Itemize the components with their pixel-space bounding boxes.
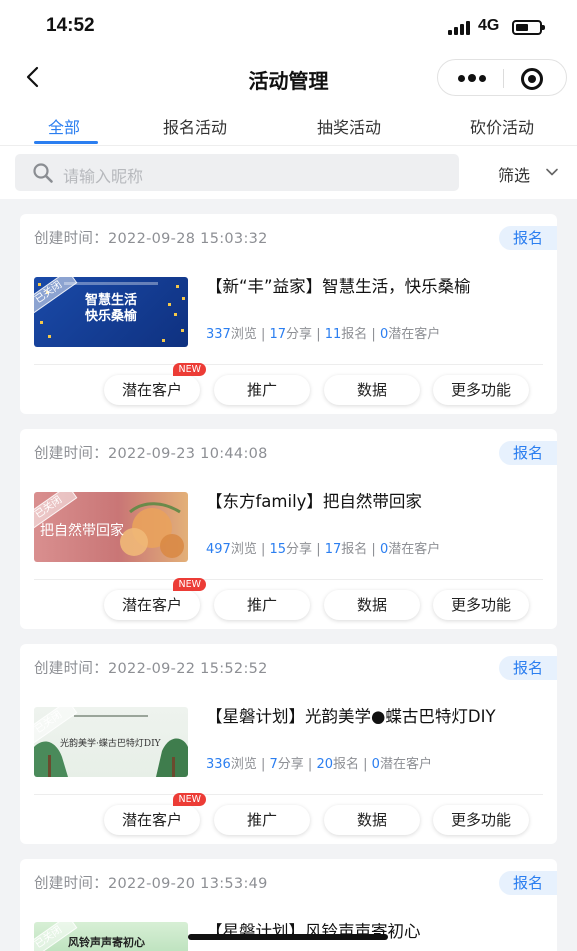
tab-lottery[interactable]: 抽奖活动 bbox=[317, 114, 381, 138]
capsule-divider bbox=[503, 69, 504, 88]
promote-button[interactable]: 推广 bbox=[214, 590, 310, 620]
promote-button[interactable]: 推广 bbox=[214, 375, 310, 405]
type-badge: 报名 bbox=[499, 871, 557, 895]
card-divider bbox=[34, 794, 543, 795]
active-tab-indicator bbox=[34, 141, 98, 144]
activity-title: 【东方family】把自然带回家 bbox=[206, 492, 422, 511]
mini-program-capsule bbox=[437, 59, 567, 96]
new-badge: NEW bbox=[173, 578, 206, 591]
data-button[interactable]: 数据 bbox=[324, 590, 420, 620]
more-functions-button[interactable]: 更多功能 bbox=[433, 805, 529, 835]
created-time: 创建时间：2022-09-28 15:03:32 bbox=[34, 231, 268, 247]
search-icon bbox=[33, 163, 53, 183]
card-divider bbox=[34, 579, 543, 580]
more-dots-icon[interactable] bbox=[458, 71, 486, 85]
tab-all[interactable]: 全部 bbox=[48, 114, 80, 138]
status-bar: 14:52 4G bbox=[0, 0, 577, 55]
new-badge: NEW bbox=[173, 793, 206, 806]
data-button[interactable]: 数据 bbox=[324, 805, 420, 835]
home-indicator[interactable] bbox=[188, 934, 388, 940]
leads-button[interactable]: 潜在客户 NEW bbox=[104, 363, 206, 405]
activity-title: 【新“丰”益家】智慧生活，快乐桑榆 bbox=[206, 277, 471, 296]
activity-card[interactable]: 创建时间：2022-09-28 15:03:32 报名 智慧生活 快乐桑榆 已关… bbox=[20, 214, 557, 414]
thumbnail-caption: 把自然带回家 bbox=[40, 523, 124, 539]
battery-icon bbox=[512, 20, 545, 35]
more-functions-button[interactable]: 更多功能 bbox=[433, 375, 529, 405]
status-time: 14:52 bbox=[46, 15, 95, 36]
filter-button[interactable]: 筛选 bbox=[498, 162, 530, 186]
activity-title: 【星磐计划】光韵美学●蝶古巴特灯DIY bbox=[206, 707, 496, 726]
activity-thumbnail: 光韵美学·蝶古巴特灯DIY 已关闭 bbox=[34, 707, 188, 777]
tab-signup[interactable]: 报名活动 bbox=[163, 114, 227, 138]
activity-stats: 497浏览 | 15分享 | 17报名 | 0潜在客户 bbox=[206, 542, 441, 557]
tab-bargain[interactable]: 砍价活动 bbox=[470, 114, 534, 138]
leads-button[interactable]: 潜在客户 NEW bbox=[104, 578, 206, 620]
tab-bar: 全部 报名活动 抽奖活动 砍价活动 bbox=[0, 102, 577, 145]
search-row: 请输入昵称 筛选 bbox=[0, 145, 577, 199]
thumbnail-caption: 风铃声声寄初心 bbox=[68, 936, 145, 949]
created-time: 创建时间：2022-09-22 15:52:52 bbox=[34, 661, 268, 677]
activity-stats: 337浏览 | 17分享 | 11报名 | 0潜在客户 bbox=[206, 327, 441, 342]
search-input[interactable]: 请输入昵称 bbox=[15, 154, 459, 191]
new-badge: NEW bbox=[173, 363, 206, 376]
data-button[interactable]: 数据 bbox=[324, 375, 420, 405]
chevron-down-icon[interactable] bbox=[545, 165, 559, 179]
thumbnail-caption: 光韵美学·蝶古巴特灯DIY bbox=[60, 739, 161, 749]
nav-bar: 活动管理 bbox=[0, 55, 577, 102]
type-badge: 报名 bbox=[499, 656, 557, 680]
created-time: 创建时间：2022-09-23 10:44:08 bbox=[34, 446, 268, 462]
activity-card[interactable]: 创建时间：2022-09-23 10:44:08 报名 把自然带回家 已关闭 【… bbox=[20, 429, 557, 629]
network-type: 4G bbox=[478, 17, 500, 34]
leads-button[interactable]: 潜在客户 NEW bbox=[104, 793, 206, 835]
activity-thumbnail: 智慧生活 快乐桑榆 已关闭 bbox=[34, 277, 188, 347]
signal-icon bbox=[448, 21, 472, 35]
activity-thumbnail: 风铃声声寄初心 已关闭 bbox=[34, 922, 188, 951]
more-functions-button[interactable]: 更多功能 bbox=[433, 590, 529, 620]
activity-stats: 336浏览 | 7分享 | 20报名 | 0潜在客户 bbox=[206, 757, 432, 772]
card-divider bbox=[34, 364, 543, 365]
activity-thumbnail: 把自然带回家 已关闭 bbox=[34, 492, 188, 562]
thumbnail-caption: 智慧生活 快乐桑榆 bbox=[84, 293, 137, 324]
created-time: 创建时间：2022-09-20 13:53:49 bbox=[34, 876, 268, 892]
close-target-icon[interactable] bbox=[521, 68, 543, 90]
type-badge: 报名 bbox=[499, 441, 557, 465]
activity-card[interactable]: 创建时间：2022-09-22 15:52:52 报名 光韵美学·蝶古巴特灯DI… bbox=[20, 644, 557, 844]
type-badge: 报名 bbox=[499, 226, 557, 250]
search-placeholder: 请输入昵称 bbox=[63, 167, 144, 186]
promote-button[interactable]: 推广 bbox=[214, 805, 310, 835]
